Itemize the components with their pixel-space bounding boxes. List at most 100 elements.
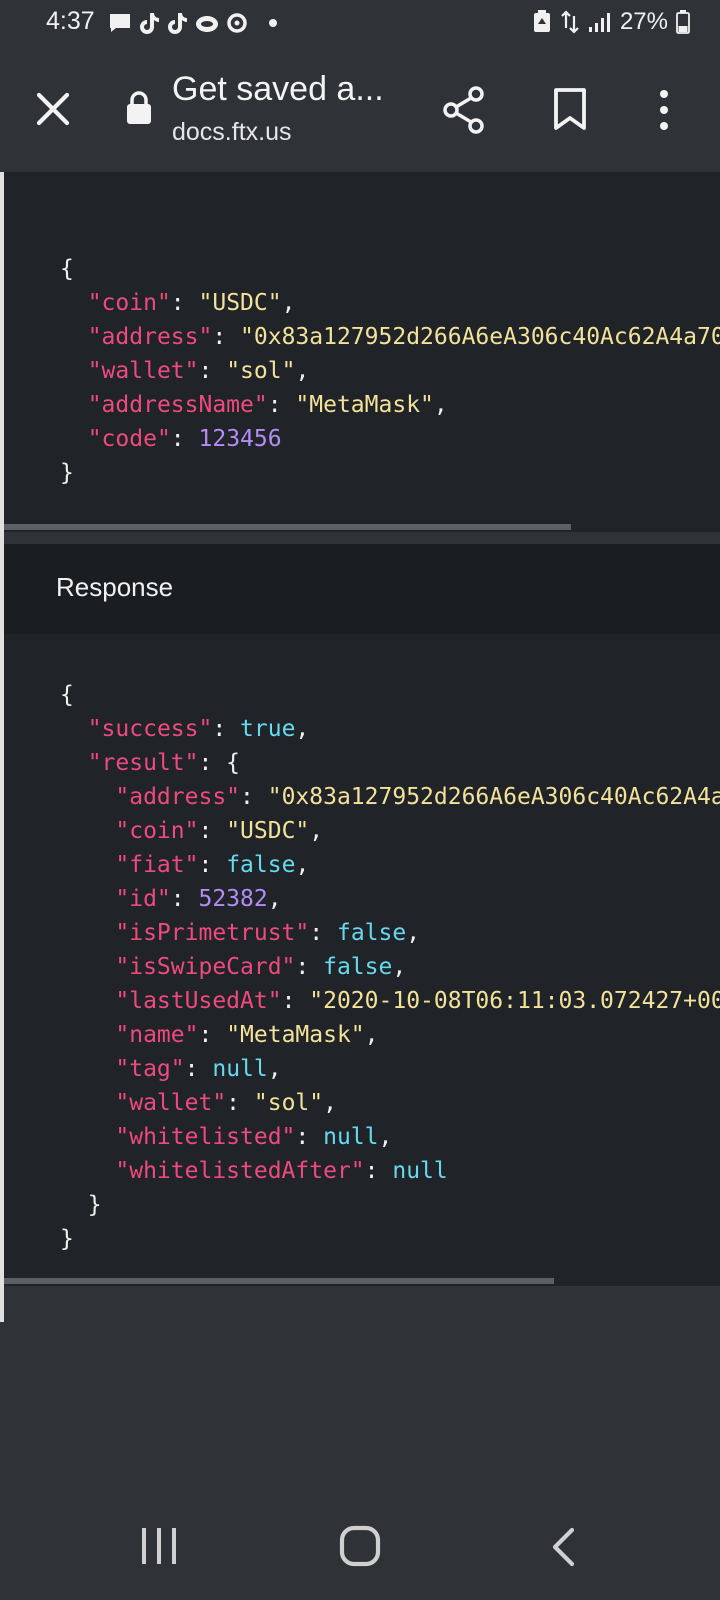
more-options-button[interactable] xyxy=(652,86,676,134)
json-value: "0x83a127952d266A6eA306c40Ac62A4a7 xyxy=(267,784,720,810)
request-json: { "coin": "USDC", "address": "0x83a12795… xyxy=(60,252,720,490)
code-line: "code": 123456 xyxy=(87,426,282,452)
code-line: "isSwipeCard": false, xyxy=(115,954,407,980)
data-arrows-icon xyxy=(560,10,580,34)
code-line: "isPrimetrust": false, xyxy=(115,920,421,946)
json-value: null xyxy=(212,1056,268,1082)
json-value: false xyxy=(336,920,407,946)
back-button[interactable] xyxy=(548,1526,578,1568)
code-line: "coin": "USDC", xyxy=(115,818,324,844)
page-content: { "coin": "USDC", "address": "0x83a12795… xyxy=(0,172,720,1492)
response-code-block: { "success": true, "result": { "address"… xyxy=(4,634,720,1286)
json-value: true xyxy=(240,716,296,742)
recycle-icon xyxy=(532,10,552,34)
json-key: "success" xyxy=(87,716,213,742)
recents-button[interactable] xyxy=(138,1526,180,1566)
json-value: false xyxy=(323,954,393,980)
json-value: "USDC" xyxy=(226,818,310,844)
json-value: false xyxy=(226,852,296,878)
response-header: Response xyxy=(4,544,720,634)
status-bar: 4:37 27% xyxy=(0,0,720,44)
code-line: "fiat": false, xyxy=(115,852,310,878)
request-scrollbar[interactable] xyxy=(4,524,571,530)
code-line: "address": "0x83a127952d266A6eA306c40Ac6… xyxy=(60,320,720,354)
json-key: "address" xyxy=(87,324,213,350)
json-value: "2020-10-08T06:11:03.072427+00 xyxy=(309,988,720,1014)
message-icon xyxy=(108,12,132,34)
response-label: Response xyxy=(56,572,174,602)
json-key: "addressName" xyxy=(87,392,268,418)
code-line: "wallet": "sol", xyxy=(115,1090,337,1116)
json-key: "wallet" xyxy=(115,1090,227,1116)
json-value: null xyxy=(392,1158,448,1184)
tiktok-icon xyxy=(166,11,188,35)
lock-icon[interactable] xyxy=(124,90,154,126)
json-value: 123456 xyxy=(198,426,282,452)
code-line: "result": { xyxy=(87,750,241,776)
close-tab-button[interactable] xyxy=(30,86,76,132)
code-line: "name": "MetaMask", xyxy=(115,1022,379,1048)
close-icon xyxy=(36,92,70,126)
code-line: { xyxy=(60,256,74,282)
home-button[interactable] xyxy=(338,1524,382,1568)
battery-icon xyxy=(676,10,690,34)
code-line: "addressName": "MetaMask", xyxy=(87,392,448,418)
code-line: "whitelistedAfter": null xyxy=(115,1158,448,1184)
json-value: "MetaMask" xyxy=(226,1022,365,1048)
share-icon xyxy=(443,86,484,134)
json-key: "whitelistedAfter" xyxy=(115,1158,365,1184)
recents-icon xyxy=(142,1528,176,1564)
response-scrollbar[interactable] xyxy=(4,1278,554,1284)
sync-icon xyxy=(226,12,248,34)
back-icon xyxy=(552,1527,575,1567)
json-key: "id" xyxy=(115,886,171,912)
response-json: { "success": true, "result": { "address"… xyxy=(60,678,720,1256)
json-value: "sol" xyxy=(253,1090,324,1116)
home-icon xyxy=(339,1525,381,1567)
code-line: } xyxy=(60,460,74,486)
json-key: "tag" xyxy=(115,1056,185,1082)
json-key: "wallet" xyxy=(87,358,199,384)
code-line: "wallet": "sol", xyxy=(87,358,310,384)
signal-icon xyxy=(588,11,612,33)
json-value: "USDC" xyxy=(198,290,282,316)
page-url[interactable]: docs.ftx.us xyxy=(172,118,292,147)
code-line: "whitelisted": null, xyxy=(115,1124,393,1150)
json-value: "MetaMask" xyxy=(295,392,434,418)
json-key: "isSwipeCard" xyxy=(115,954,296,980)
dot-icon xyxy=(268,18,278,28)
json-key: "fiat" xyxy=(115,852,199,878)
cloud-icon xyxy=(194,12,220,34)
json-value: "0x83a127952d266A6eA306c40Ac62A4a70 xyxy=(240,324,720,350)
json-key: "result" xyxy=(87,750,199,776)
notification-icons xyxy=(108,10,278,36)
bookmark-button[interactable] xyxy=(550,86,590,134)
json-key: "whitelisted" xyxy=(115,1124,296,1150)
code-line: { xyxy=(60,682,74,708)
page-title[interactable]: Get saved a... xyxy=(172,70,384,109)
code-line: } xyxy=(60,1226,74,1252)
tiktok-icon xyxy=(138,11,160,35)
system-icons: 27% xyxy=(532,8,690,36)
json-key: "coin" xyxy=(87,290,171,316)
browser-toolbar: Get saved a... docs.ftx.us xyxy=(0,44,720,172)
share-button[interactable] xyxy=(440,84,488,136)
code-line: "success": true, xyxy=(87,716,310,742)
json-key: "lastUsedAt" xyxy=(115,988,282,1014)
status-time: 4:37 xyxy=(46,7,95,35)
code-line: } xyxy=(87,1192,102,1218)
json-key: "coin" xyxy=(115,818,199,844)
code-line: "tag": null, xyxy=(115,1056,282,1082)
json-key: "name" xyxy=(115,1022,199,1048)
code-line: "address": "0x83a127952d266A6eA306c40Ac6… xyxy=(60,780,720,814)
more-vertical-icon xyxy=(660,90,668,130)
code-line: "lastUsedAt": "2020-10-08T06:11:03.07242… xyxy=(60,984,720,1018)
json-key: "address" xyxy=(115,784,241,810)
navigation-bar xyxy=(0,1492,720,1600)
code-line: "id": 52382, xyxy=(115,886,282,912)
json-value: 52382 xyxy=(198,886,268,912)
code-line: "coin": "USDC", xyxy=(87,290,296,316)
json-value: "sol" xyxy=(226,358,296,384)
json-value: null xyxy=(323,1124,379,1150)
request-code-block: { "coin": "USDC", "address": "0x83a12795… xyxy=(4,172,720,532)
